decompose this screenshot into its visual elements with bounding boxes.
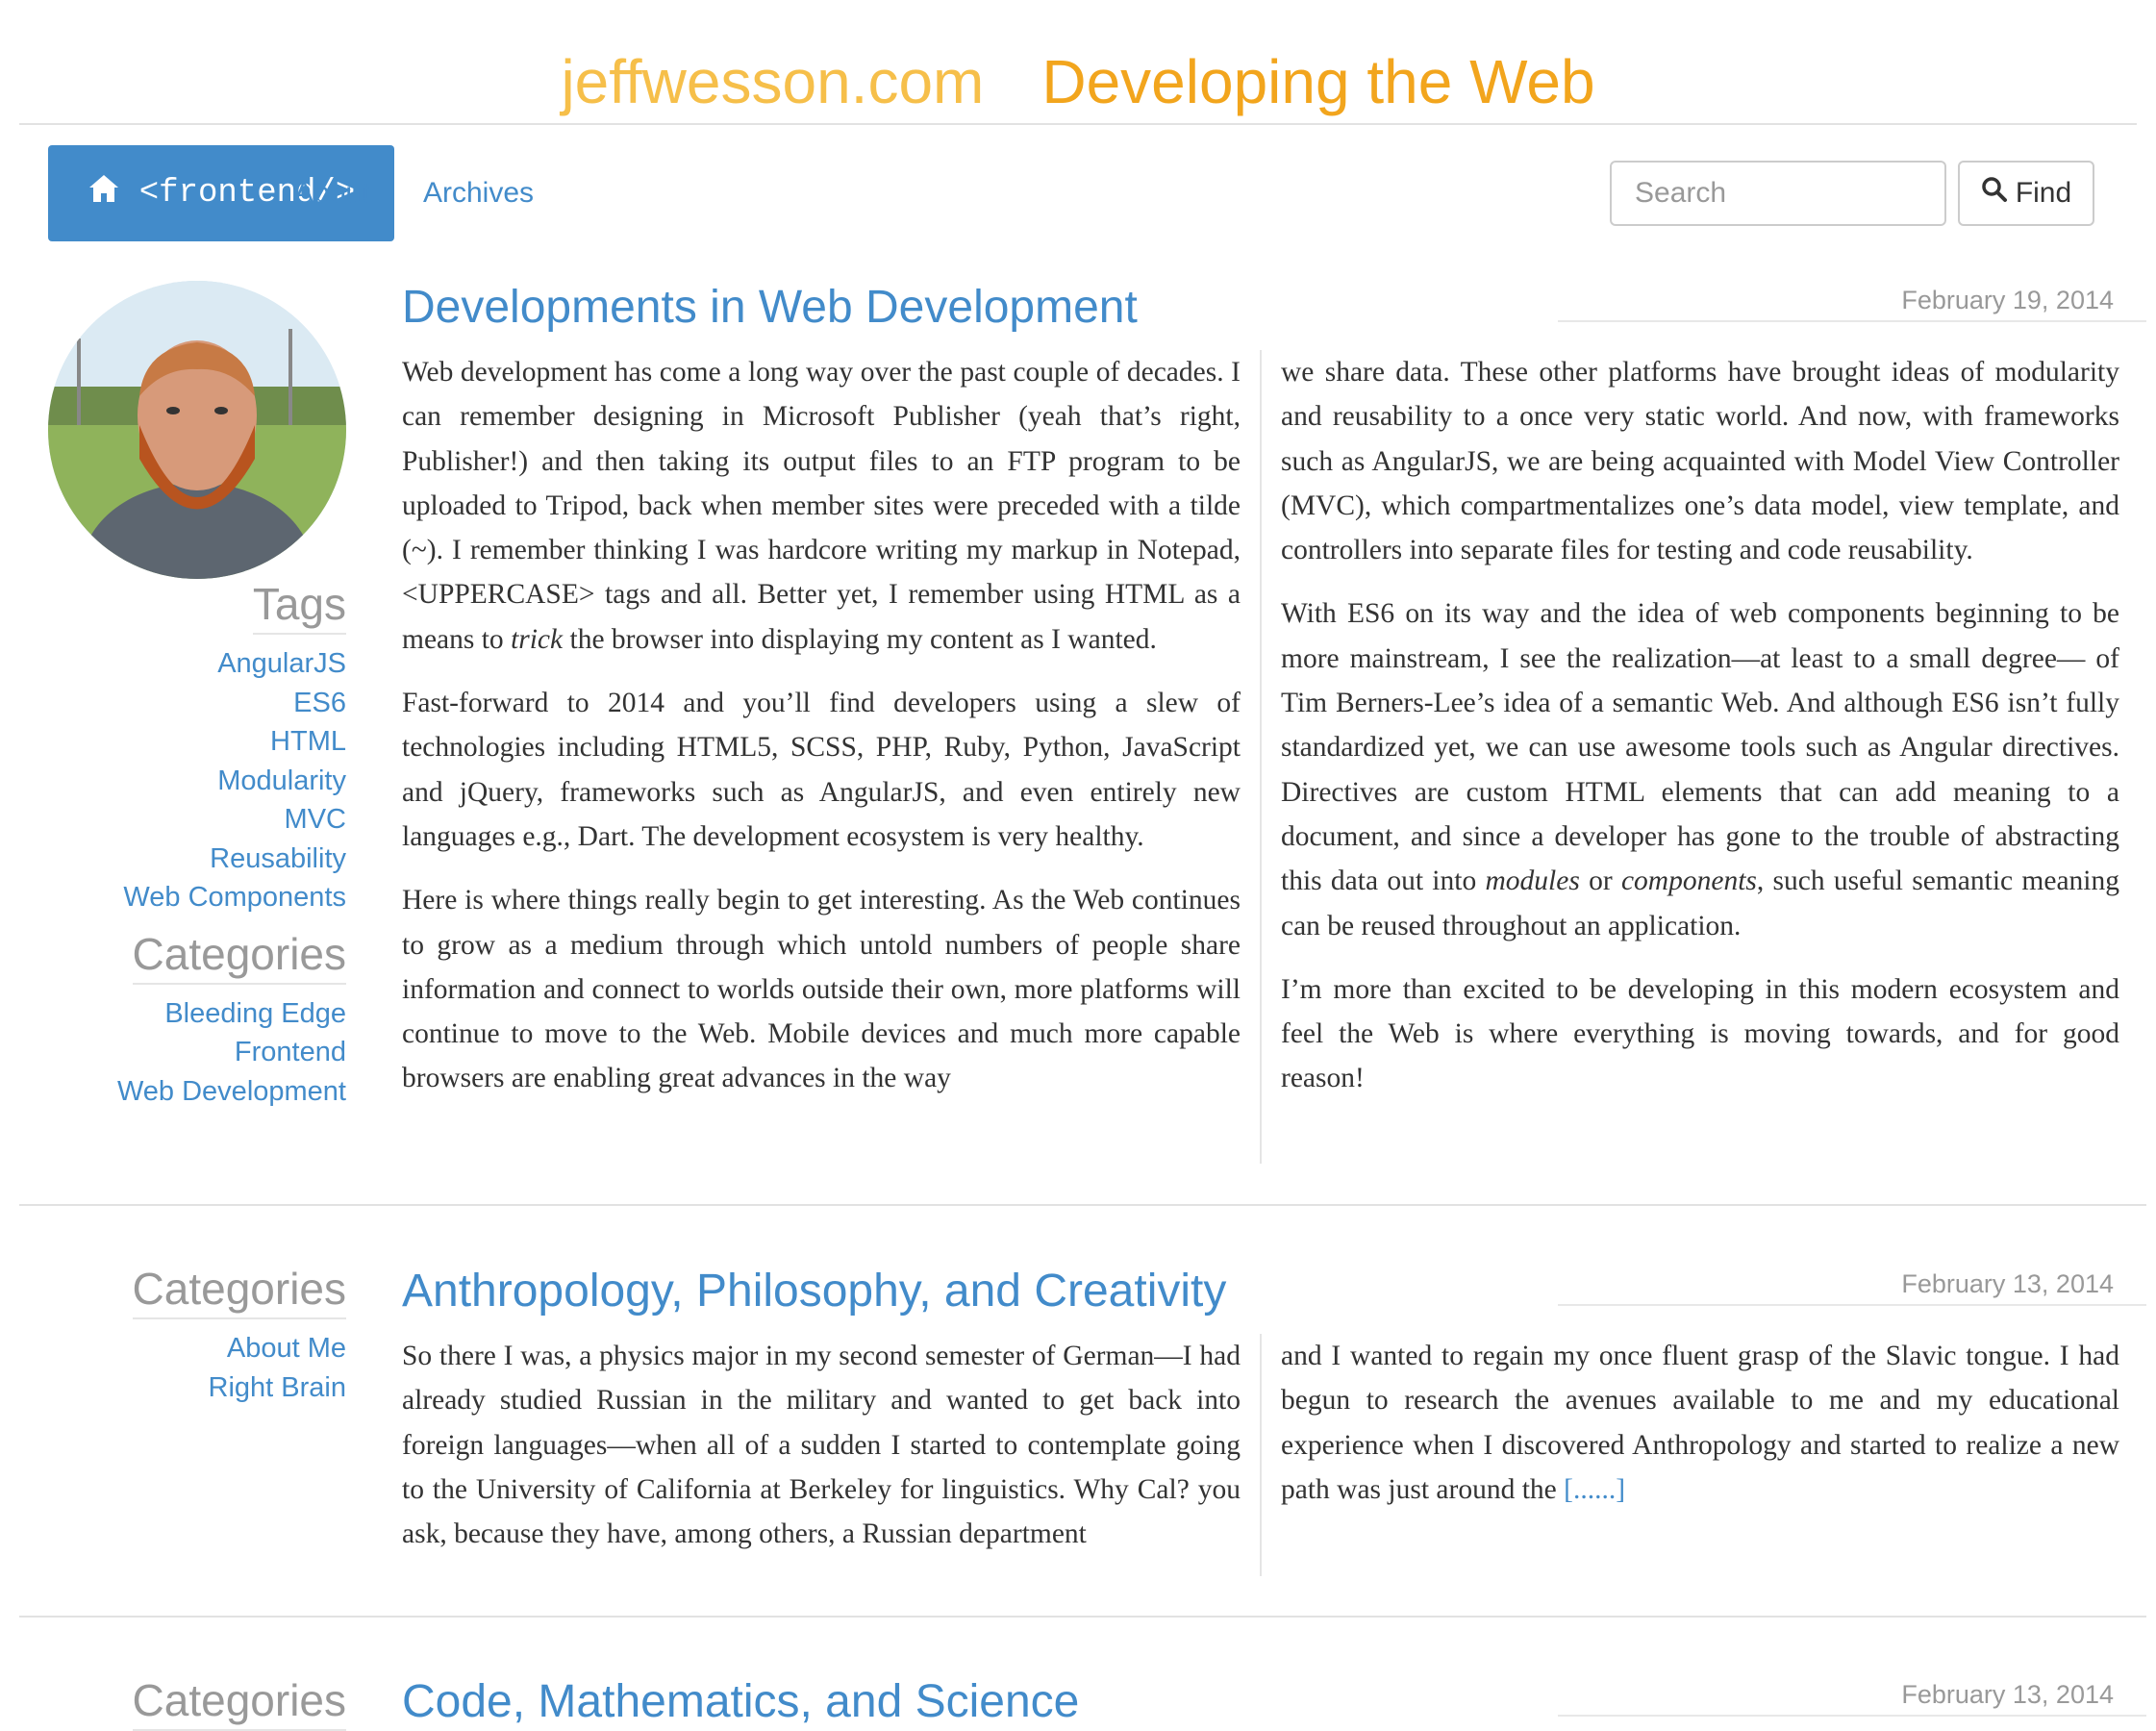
tags-list: AngularJS ES6 HTML Modularity MVC Reusab… <box>48 644 346 917</box>
post-body-right: we share data. These other platforms hav… <box>1281 350 2119 1120</box>
date-underline <box>1558 1715 2146 1717</box>
category-link[interactable]: About Me <box>48 1329 346 1368</box>
site-name[interactable]: jeffwesson.com <box>561 47 984 116</box>
site-header: jeffwesson.com Developing the Web <box>0 0 2156 125</box>
tag-link[interactable]: Web Components <box>48 878 346 917</box>
paragraph: Web development has come a long way over… <box>402 357 1241 655</box>
categories-heading: Categories <box>132 1262 346 1319</box>
navbar: <frontend/> About Archives Find <box>48 145 2108 241</box>
paragraph: With ES6 on its way and the idea of web … <box>1281 598 2119 941</box>
post-1-sidebar: Tags AngularJS ES6 HTML Modularity MVC R… <box>48 577 346 1111</box>
post-3-sidebar: Categories <box>48 1673 346 1731</box>
tags-heading: Tags <box>252 577 346 635</box>
search-input[interactable] <box>1610 161 1946 226</box>
home-icon <box>88 173 120 214</box>
nav-link-about[interactable]: About <box>294 174 369 213</box>
category-link[interactable]: Bleeding Edge <box>48 994 346 1034</box>
post-title[interactable]: Anthropology, Philosophy, and Creativity <box>402 1263 1226 1320</box>
post-separator <box>19 1616 2146 1618</box>
post-title[interactable]: Developments in Web Development <box>402 279 1138 337</box>
site-tagline: Developing the Web <box>1041 47 1595 116</box>
nav-link-archives[interactable]: Archives <box>423 174 534 213</box>
categories-heading: Categories <box>132 1673 346 1731</box>
post-body-right: and I wanted to regain my once fluent gr… <box>1281 1334 2119 1531</box>
find-button[interactable]: Find <box>1958 161 2094 226</box>
site-title: jeffwesson.com Developing the Web <box>0 43 2156 120</box>
header-divider <box>19 123 2137 125</box>
categories-list: Bleeding Edge Frontend Web Development <box>48 994 346 1112</box>
paragraph: and I wanted to regain my once fluent gr… <box>1281 1341 2119 1505</box>
find-label: Find <box>2015 177 2072 209</box>
tag-link[interactable]: HTML <box>48 722 346 762</box>
tag-link[interactable]: Reusability <box>48 840 346 879</box>
paragraph: Fast-forward to 2014 and you’ll find dev… <box>402 688 1241 852</box>
tag-link[interactable]: Modularity <box>48 762 346 801</box>
category-link[interactable]: Right Brain <box>48 1368 346 1408</box>
tag-link[interactable]: MVC <box>48 800 346 840</box>
post-body-left: Web development has come a long way over… <box>402 350 1241 1120</box>
read-more-link[interactable]: [......] <box>1564 1474 1625 1505</box>
search-icon <box>1981 176 2008 211</box>
category-link[interactable]: Web Development <box>48 1072 346 1112</box>
paragraph: we share data. These other platforms hav… <box>1281 357 2119 566</box>
date-underline <box>1558 320 2146 322</box>
date-underline <box>1558 1304 2146 1306</box>
column-divider <box>1260 350 1262 1164</box>
paragraph: Here is where things really begin to get… <box>402 885 1241 1094</box>
tag-link[interactable]: AngularJS <box>48 644 346 684</box>
column-divider <box>1260 1334 1262 1576</box>
categories-list: About Me Right Brain <box>48 1329 346 1407</box>
post-date: February 13, 2014 <box>1901 1269 2114 1298</box>
tag-link[interactable]: ES6 <box>48 684 346 723</box>
post-2-sidebar: Categories About Me Right Brain <box>48 1262 346 1407</box>
post-separator <box>19 1204 2146 1206</box>
paragraph: I’m more than excited to be developing i… <box>1281 973 2119 1094</box>
categories-heading: Categories <box>132 927 346 985</box>
post-body-left: So there I was, a physics major in my se… <box>402 1334 1241 1575</box>
category-link[interactable]: Frontend <box>48 1033 346 1072</box>
post-title[interactable]: Code, Mathematics, and Science <box>402 1673 1079 1731</box>
paragraph: So there I was, a physics major in my se… <box>402 1341 1241 1550</box>
post-date: February 13, 2014 <box>1901 1680 2114 1709</box>
author-avatar <box>48 281 346 579</box>
post-date: February 19, 2014 <box>1901 286 2114 314</box>
